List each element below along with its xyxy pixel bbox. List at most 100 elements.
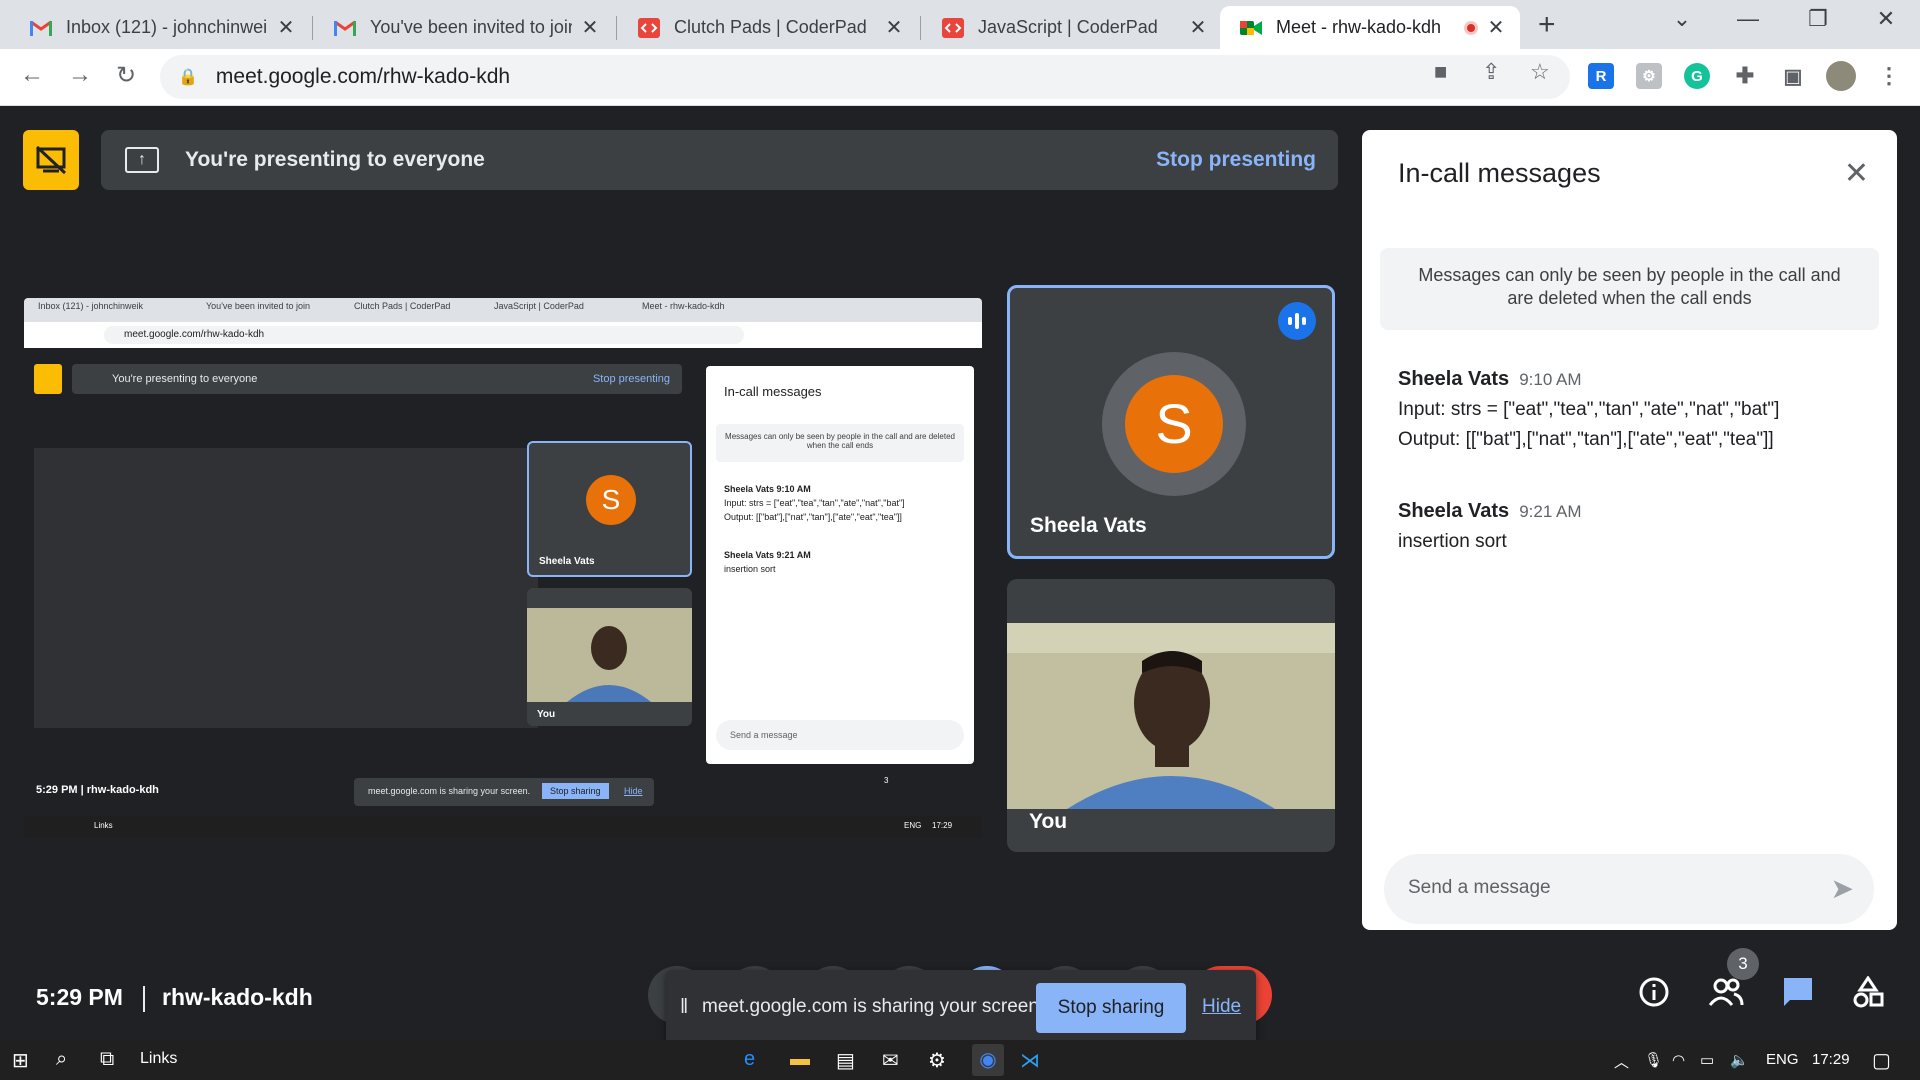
forward-arrow-icon[interactable]: → bbox=[68, 61, 92, 89]
chrome-icon[interactable]: ◉ bbox=[972, 1044, 1004, 1076]
send-message-input[interactable] bbox=[1408, 872, 1788, 904]
task-view-icon[interactable]: ⧉ bbox=[100, 1048, 114, 1071]
taskbar-clock[interactable]: 17:29 bbox=[1812, 1051, 1850, 1068]
mirror-msg-header: Sheela Vats 9:10 AM bbox=[724, 484, 811, 494]
recording-indicator-icon bbox=[1464, 20, 1478, 35]
tab-close-icon[interactable]: ✕ bbox=[276, 15, 296, 40]
settings-icon[interactable]: ⚙ bbox=[928, 1048, 946, 1073]
mirror-tab: Clutch Pads | CoderPad bbox=[354, 301, 451, 311]
chat-icon[interactable] bbox=[1778, 972, 1818, 1012]
language-indicator[interactable]: ENG bbox=[1766, 1051, 1799, 1068]
mirror-chat-title: In-call messages bbox=[724, 384, 822, 399]
menu-kebab-icon[interactable]: ⋮ bbox=[1876, 63, 1902, 89]
divider bbox=[143, 986, 145, 1012]
profile-avatar[interactable] bbox=[1826, 61, 1856, 91]
mirror-share-text: meet.google.com is sharing your screen. bbox=[368, 786, 531, 796]
self-video-feed bbox=[1007, 623, 1335, 809]
chat-message: Sheela Vats 9:21 AM insertion sort bbox=[1398, 500, 1878, 553]
participant-tile-you[interactable]: You bbox=[1007, 579, 1335, 852]
meeting-bottom-bar: 5:29 PM rhw-kado-kdh ‖ meet.google.com i… bbox=[0, 946, 1920, 1050]
activities-icon[interactable] bbox=[1848, 972, 1888, 1012]
mirror-tab: Inbox (121) - johnchinweik bbox=[38, 301, 144, 311]
mirror-time-code: 5:29 PM | rhw-kado-kdh bbox=[36, 784, 159, 796]
tab-close-icon[interactable]: ✕ bbox=[1486, 15, 1506, 40]
minimize-button[interactable]: — bbox=[1728, 6, 1768, 32]
tab-gmail-invite[interactable]: You've been invited to join ✕ bbox=[314, 6, 614, 49]
lock-icon[interactable]: 🔒 bbox=[178, 67, 198, 87]
share-notice: meet.google.com is sharing your screen. bbox=[702, 996, 1045, 1017]
message-sender: Sheela Vats bbox=[1398, 500, 1510, 522]
windows-start-icon[interactable]: ⊞ bbox=[12, 1048, 29, 1073]
wifi-icon[interactable]: ◠ bbox=[1672, 1051, 1685, 1069]
tab-gmail-inbox[interactable]: Inbox (121) - johnchinweike ✕ bbox=[10, 6, 310, 49]
tab-clutch-pads[interactable]: Clutch Pads | CoderPad ✕ bbox=[618, 6, 918, 49]
participant-name: Sheela Vats bbox=[1030, 514, 1147, 537]
new-tab-button[interactable]: + bbox=[1538, 10, 1556, 40]
meeting-info-icon[interactable] bbox=[1634, 972, 1674, 1012]
restore-button[interactable]: ❐ bbox=[1798, 6, 1838, 32]
tab-close-icon[interactable]: ✕ bbox=[884, 15, 904, 40]
address-bar[interactable]: 🔒 meet.google.com/rhw-kado-kdh bbox=[160, 55, 1570, 99]
tray-chevron-icon[interactable]: ︿ bbox=[1614, 1051, 1629, 1072]
coderpad-icon bbox=[638, 17, 660, 38]
in-call-messages-panel: In-call messages ✕ Messages can only be … bbox=[1362, 130, 1897, 930]
tab-title: JavaScript | CoderPad bbox=[978, 17, 1158, 37]
tab-search-chevron-icon[interactable]: ⌄ bbox=[1662, 6, 1702, 32]
reload-icon[interactable]: ↻ bbox=[116, 61, 136, 90]
mirror-msg-line: Output: [["bat"],["nat","tan"],["ate","e… bbox=[724, 512, 902, 522]
mirror-tile-sheela: S Sheela Vats bbox=[527, 441, 692, 577]
extension-r-icon[interactable]: R bbox=[1588, 63, 1614, 89]
file-explorer-icon[interactable]: ▬ bbox=[790, 1048, 810, 1071]
browser-tab-strip: Inbox (121) - johnchinweike ✕ You've bee… bbox=[0, 0, 1920, 49]
participant-count-badge: 3 bbox=[1727, 948, 1759, 980]
side-panel-icon[interactable]: ▣ bbox=[1780, 63, 1806, 89]
camera-in-use-icon[interactable]: ■ bbox=[1434, 59, 1447, 85]
presenting-text: You're presenting to everyone bbox=[185, 148, 485, 171]
participant-tile-sheela[interactable]: S Sheela Vats bbox=[1007, 285, 1335, 559]
grammarly-icon[interactable]: G bbox=[1684, 63, 1710, 89]
mirror-tile-name: Sheela Vats bbox=[539, 556, 595, 567]
vscode-icon[interactable]: ⋊ bbox=[1020, 1048, 1040, 1073]
stop-presenting-button[interactable]: Stop presenting bbox=[1156, 148, 1316, 172]
mirror-address-bar: meet.google.com/rhw-kado-kdh bbox=[24, 322, 982, 348]
tab-close-icon[interactable]: ✕ bbox=[1188, 15, 1208, 40]
volume-icon[interactable]: 🔈 bbox=[1730, 1051, 1749, 1069]
mirror-send-input: Send a message bbox=[716, 720, 964, 750]
mirror-links: Links bbox=[94, 821, 113, 830]
tab-title: Inbox (121) - johnchinweike bbox=[66, 17, 268, 37]
mirror-participant-count: 3 bbox=[884, 776, 889, 785]
back-arrow-icon[interactable]: ← bbox=[20, 61, 44, 89]
mirror-you-label: You bbox=[537, 709, 556, 720]
message-line: insertion sort bbox=[1398, 531, 1507, 552]
mirror-chat-notice: Messages can only be seen by people in t… bbox=[716, 424, 964, 462]
hide-link[interactable]: Hide bbox=[1202, 996, 1241, 1018]
store-icon[interactable]: ▤ bbox=[836, 1048, 855, 1073]
mirror-hide: Hide bbox=[624, 786, 643, 796]
speaking-indicator-icon bbox=[1278, 302, 1316, 340]
mail-icon[interactable]: ✉ bbox=[882, 1048, 899, 1073]
mirror-lang: ENG bbox=[904, 821, 922, 830]
stop-sharing-button[interactable]: Stop sharing bbox=[1036, 983, 1186, 1033]
share-icon[interactable]: ⇪ bbox=[1482, 59, 1500, 85]
microphone-tray-icon[interactable]: 🎙 bbox=[1644, 1051, 1663, 1069]
links-toolbar[interactable]: Links bbox=[140, 1050, 177, 1068]
bookmark-star-icon[interactable]: ☆ bbox=[1530, 59, 1550, 85]
tab-close-icon[interactable]: ✕ bbox=[580, 15, 600, 40]
tab-javascript-coderpad[interactable]: JavaScript | CoderPad ✕ bbox=[922, 6, 1222, 49]
close-icon[interactable]: ✕ bbox=[1844, 156, 1869, 191]
search-icon[interactable]: ⌕ bbox=[56, 1048, 67, 1071]
mirror-tile-you: You bbox=[527, 588, 692, 726]
extension-gear-icon[interactable]: ⚙ bbox=[1636, 63, 1662, 89]
close-window-button[interactable]: ✕ bbox=[1866, 6, 1906, 32]
tab-divider bbox=[312, 16, 313, 40]
mirror-tab: You've been invited to join bbox=[206, 301, 310, 311]
mirror-self-video bbox=[527, 608, 692, 702]
edge-icon[interactable]: e bbox=[744, 1048, 755, 1071]
notification-icon[interactable]: ▢ bbox=[1872, 1048, 1891, 1073]
tab-meet[interactable]: Meet - rhw-kado-kdh ✕ bbox=[1220, 6, 1520, 49]
shared-screen-preview: Inbox (121) - johnchinweik You've been i… bbox=[24, 298, 982, 838]
mirror-clock: 17:29 bbox=[932, 821, 953, 830]
battery-icon[interactable]: ▭ bbox=[1700, 1051, 1714, 1069]
extensions-puzzle-icon[interactable]: ✚ bbox=[1732, 63, 1758, 89]
send-arrow-icon[interactable]: ➤ bbox=[1831, 872, 1854, 905]
